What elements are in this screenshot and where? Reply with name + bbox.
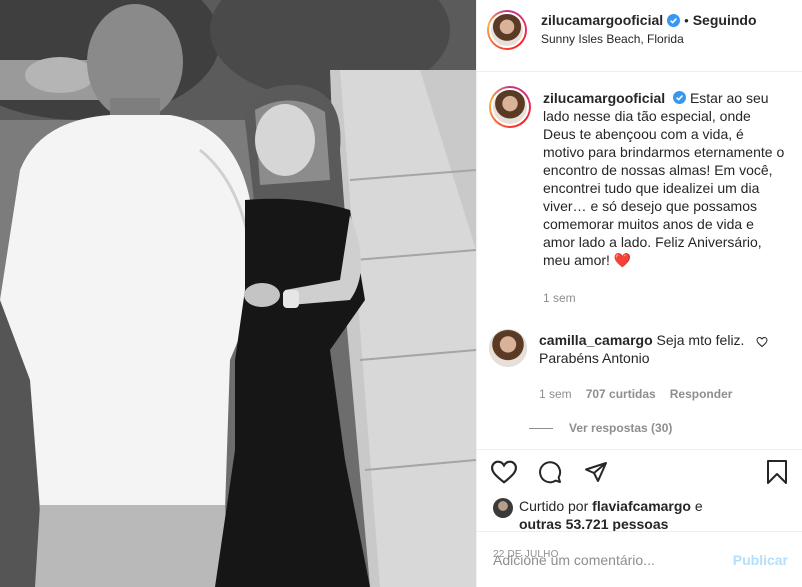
liker-username[interactable]: flaviafcamargo bbox=[592, 498, 691, 514]
liked-by: Curtido por flaviafcamargo e outras 53.7… bbox=[477, 493, 802, 533]
instagram-post: zilucamargooficial • Seguindo Sunny Isle… bbox=[0, 0, 802, 587]
comment-bubble-icon[interactable] bbox=[537, 459, 563, 485]
comment-text-block: camilla_camargo Seja mto feliz. Parabéns… bbox=[539, 331, 758, 367]
bookmark-icon[interactable] bbox=[764, 459, 790, 485]
liked-by-prefix: Curtido por bbox=[519, 498, 589, 514]
comment-time[interactable]: 1 sem bbox=[539, 385, 572, 403]
following-button[interactable]: Seguindo bbox=[693, 12, 757, 28]
caption-time[interactable]: 1 sem bbox=[543, 289, 576, 307]
photo-illustration bbox=[0, 0, 476, 587]
comment-username[interactable]: camilla_camargo bbox=[539, 332, 653, 348]
verified-badge-icon bbox=[667, 13, 681, 27]
paper-plane-icon[interactable] bbox=[583, 459, 609, 485]
small-heart-icon[interactable] bbox=[756, 335, 768, 353]
header-row: zilucamargooficial • Seguindo bbox=[541, 12, 757, 28]
caption: zilucamargooficial Estar ao seu lado nes… bbox=[489, 86, 786, 307]
heart-emoji: ❤️ bbox=[613, 252, 632, 268]
comment-likes[interactable]: 707 curtidas bbox=[586, 385, 656, 403]
liker-avatar[interactable] bbox=[493, 498, 513, 518]
author-avatar[interactable] bbox=[487, 10, 527, 50]
replies-line bbox=[529, 427, 553, 429]
view-replies-label: Ver respostas (30) bbox=[569, 421, 673, 435]
others-likes[interactable]: outras 53.721 pessoas bbox=[519, 516, 668, 532]
caption-text-block: zilucamargooficial Estar ao seu lado nes… bbox=[543, 89, 786, 269]
caption-avatar[interactable] bbox=[489, 86, 531, 128]
caption-meta: 1 sem bbox=[543, 289, 786, 307]
post-header: zilucamargooficial • Seguindo Sunny Isle… bbox=[477, 0, 802, 72]
comment-input[interactable] bbox=[493, 551, 733, 568]
comments-section[interactable]: zilucamargooficial Estar ao seu lado nes… bbox=[477, 72, 802, 449]
caption-username[interactable]: zilucamargooficial bbox=[543, 90, 665, 106]
comment-body: camilla_camargo Seja mto feliz. Parabéns… bbox=[539, 329, 786, 403]
comment-avatar[interactable] bbox=[489, 329, 527, 367]
liked-by-connector: e bbox=[694, 498, 703, 514]
caption-body: zilucamargooficial Estar ao seu lado nes… bbox=[543, 86, 786, 307]
comment-item: camilla_camargo Seja mto feliz. Parabéns… bbox=[489, 329, 786, 403]
publish-button[interactable]: Publicar bbox=[733, 552, 788, 568]
add-comment-bar: Publicar bbox=[477, 531, 802, 587]
post-sidebar: zilucamargooficial • Seguindo Sunny Isle… bbox=[476, 0, 802, 587]
liked-by-text: Curtido por flaviafcamargo e outras 53.7… bbox=[519, 497, 703, 533]
action-bar bbox=[477, 449, 802, 493]
verified-badge-icon bbox=[673, 91, 687, 104]
author-username[interactable]: zilucamargooficial bbox=[541, 12, 663, 28]
view-replies-button[interactable]: Ver respostas (30) bbox=[529, 421, 786, 435]
reply-button[interactable]: Responder bbox=[670, 385, 733, 403]
caption-text: Estar ao seu lado nesse dia tão especial… bbox=[543, 90, 785, 268]
header-text: zilucamargooficial • Seguindo Sunny Isle… bbox=[541, 10, 757, 46]
post-photo[interactable] bbox=[0, 0, 476, 587]
comment-meta: 1 sem 707 curtidas Responder bbox=[539, 385, 758, 403]
separator-dot: • bbox=[684, 12, 689, 28]
post-location[interactable]: Sunny Isles Beach, Florida bbox=[541, 32, 757, 46]
heart-icon[interactable] bbox=[491, 459, 517, 485]
